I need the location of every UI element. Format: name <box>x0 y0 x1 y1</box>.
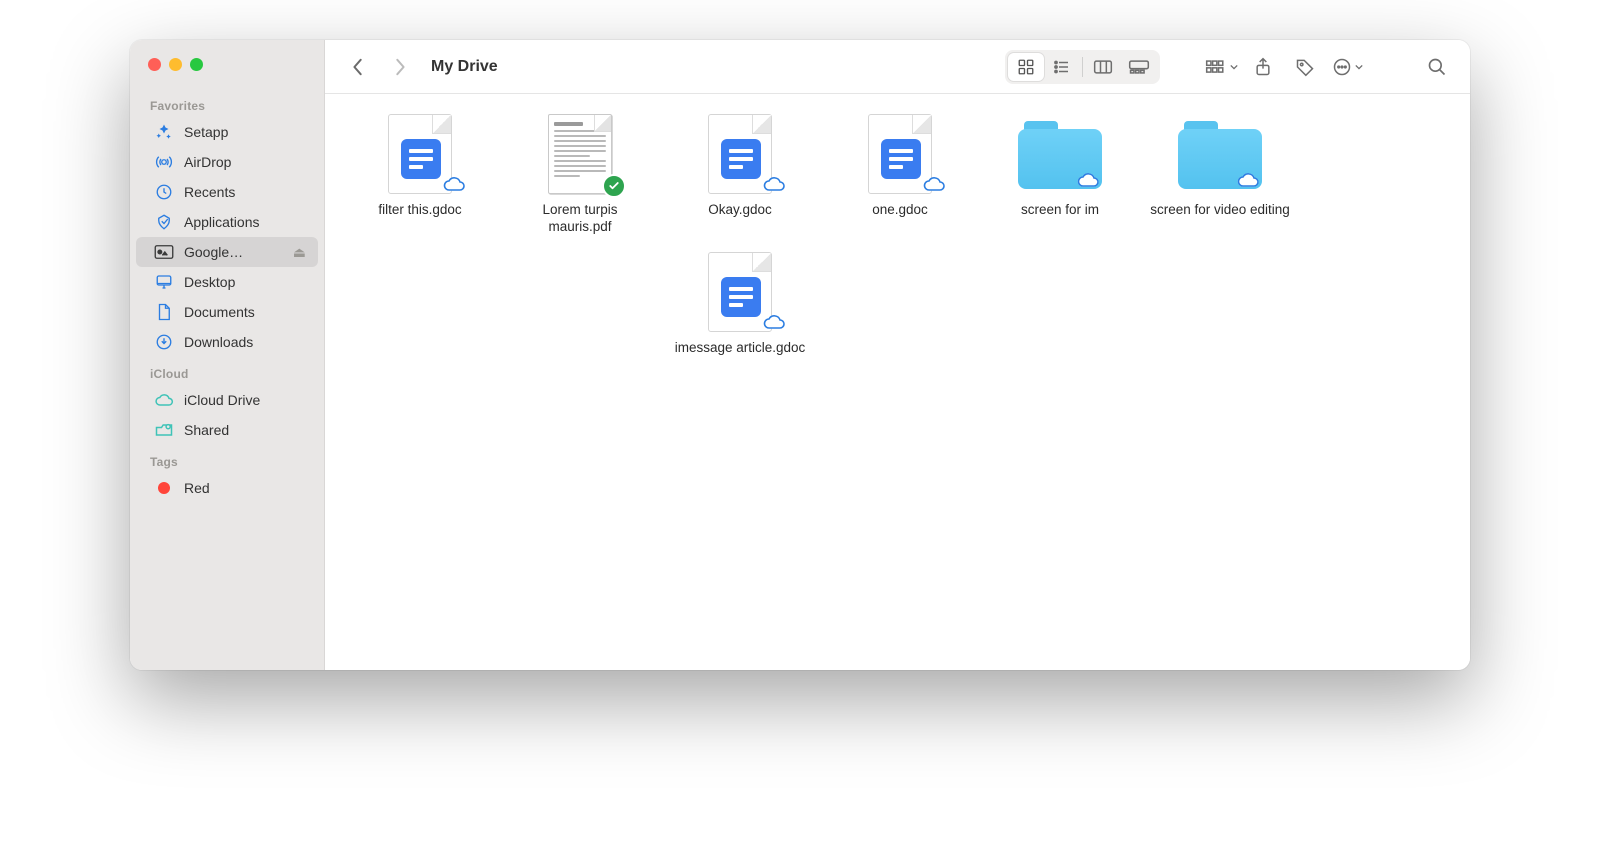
sidebar-item-label: Desktop <box>184 274 306 290</box>
view-list-button[interactable] <box>1044 53 1080 81</box>
cloud-badge-icon <box>762 313 786 336</box>
file-item[interactable]: Okay.gdoc <box>665 108 815 236</box>
finder-window: Favorites Setapp AirDrop Recents Applica… <box>130 40 1470 670</box>
cloud-badge-icon <box>442 175 466 198</box>
sidebar-item-label: Setapp <box>184 124 306 140</box>
cloud-badge-icon <box>922 175 946 198</box>
sidebar-item-desktop[interactable]: Desktop <box>136 267 318 297</box>
view-icons-button[interactable] <box>1008 53 1044 81</box>
file-name: screen for im <box>1021 202 1099 219</box>
main-pane: My Drive <box>325 40 1470 670</box>
sidebar-item-setapp[interactable]: Setapp <box>136 117 318 147</box>
file-name: one.gdoc <box>872 202 928 219</box>
eject-icon[interactable]: ⏏ <box>293 244 306 261</box>
sidebar-item-airdrop[interactable]: AirDrop <box>136 147 318 177</box>
sidebar-item-label: AirDrop <box>184 154 306 170</box>
file-item[interactable]: imessage article.gdoc <box>665 246 815 357</box>
folder-item[interactable]: screen for video editing <box>1145 108 1295 236</box>
sidebar-item-icloud-drive[interactable]: iCloud Drive <box>136 385 318 415</box>
pdf-file-icon <box>538 112 622 196</box>
gdoc-file-icon <box>698 250 782 334</box>
sidebar-item-label: iCloud Drive <box>184 392 306 408</box>
desktop-icon <box>154 272 174 292</box>
sidebar-item-label: Red <box>184 480 306 496</box>
gdoc-file-icon <box>378 112 462 196</box>
action-menu-button[interactable] <box>1330 52 1364 82</box>
sidebar: Favorites Setapp AirDrop Recents Applica… <box>130 40 325 670</box>
file-name: Lorem turpis mauris.pdf <box>510 202 650 236</box>
file-name: filter this.gdoc <box>378 202 461 219</box>
view-mode-group <box>1005 50 1160 84</box>
sidebar-item-label: Documents <box>184 304 306 320</box>
file-name: screen for video editing <box>1150 202 1290 219</box>
file-name: Okay.gdoc <box>708 202 772 219</box>
drive-icon <box>154 242 174 262</box>
sidebar-item-label: Recents <box>184 184 306 200</box>
sidebar-item-tag-red[interactable]: Red <box>136 473 318 503</box>
file-item[interactable]: Lorem turpis mauris.pdf <box>505 108 655 236</box>
synced-badge-icon <box>602 174 626 198</box>
folder-item[interactable]: screen for im <box>985 108 1135 236</box>
view-columns-button[interactable] <box>1085 53 1121 81</box>
sidebar-item-label: Applications <box>184 214 306 230</box>
zoom-window-button[interactable] <box>190 58 203 71</box>
sidebar-section-icloud: iCloud <box>130 357 324 385</box>
sidebar-item-applications[interactable]: Applications <box>136 207 318 237</box>
location-title: My Drive <box>431 58 498 76</box>
group-by-button[interactable] <box>1204 52 1238 82</box>
file-grid[interactable]: filter this.gdoc Lorem turpis mauris.pdf <box>325 94 1470 670</box>
airdrop-icon <box>154 152 174 172</box>
search-button[interactable] <box>1420 52 1454 82</box>
sidebar-item-downloads[interactable]: Downloads <box>136 327 318 357</box>
folder-icon <box>1018 112 1102 196</box>
sidebar-item-google-drive[interactable]: Google… ⏏ <box>136 237 318 267</box>
forward-button[interactable] <box>383 52 417 82</box>
sidebar-item-label: Downloads <box>184 334 306 350</box>
setapp-icon <box>154 122 174 142</box>
sidebar-section-favorites: Favorites <box>130 89 324 117</box>
tags-button[interactable] <box>1288 52 1322 82</box>
view-gallery-button[interactable] <box>1121 53 1157 81</box>
sidebar-item-shared[interactable]: Shared <box>136 415 318 445</box>
file-name: imessage article.gdoc <box>675 340 806 357</box>
sidebar-item-label: Google… <box>184 244 283 260</box>
sidebar-section-tags: Tags <box>130 445 324 473</box>
clock-icon <box>154 182 174 202</box>
folder-icon <box>1178 112 1262 196</box>
gdoc-file-icon <box>858 112 942 196</box>
sidebar-item-recents[interactable]: Recents <box>136 177 318 207</box>
cloud-badge-icon <box>1076 171 1100 194</box>
sidebar-item-documents[interactable]: Documents <box>136 297 318 327</box>
toolbar: My Drive <box>325 40 1470 94</box>
shared-icon <box>154 420 174 440</box>
window-controls <box>130 58 324 89</box>
back-button[interactable] <box>341 52 375 82</box>
minimize-window-button[interactable] <box>169 58 182 71</box>
file-item[interactable]: one.gdoc <box>825 108 975 236</box>
gdoc-file-icon <box>698 112 782 196</box>
divider <box>1082 57 1083 77</box>
icloud-icon <box>154 390 174 410</box>
doc-icon <box>154 302 174 322</box>
close-window-button[interactable] <box>148 58 161 71</box>
share-button[interactable] <box>1246 52 1280 82</box>
file-item[interactable]: filter this.gdoc <box>345 108 495 236</box>
sidebar-item-label: Shared <box>184 422 306 438</box>
apps-icon <box>154 212 174 232</box>
tag-dot-icon <box>154 478 174 498</box>
cloud-badge-icon <box>762 175 786 198</box>
cloud-badge-icon <box>1236 171 1260 194</box>
download-icon <box>154 332 174 352</box>
